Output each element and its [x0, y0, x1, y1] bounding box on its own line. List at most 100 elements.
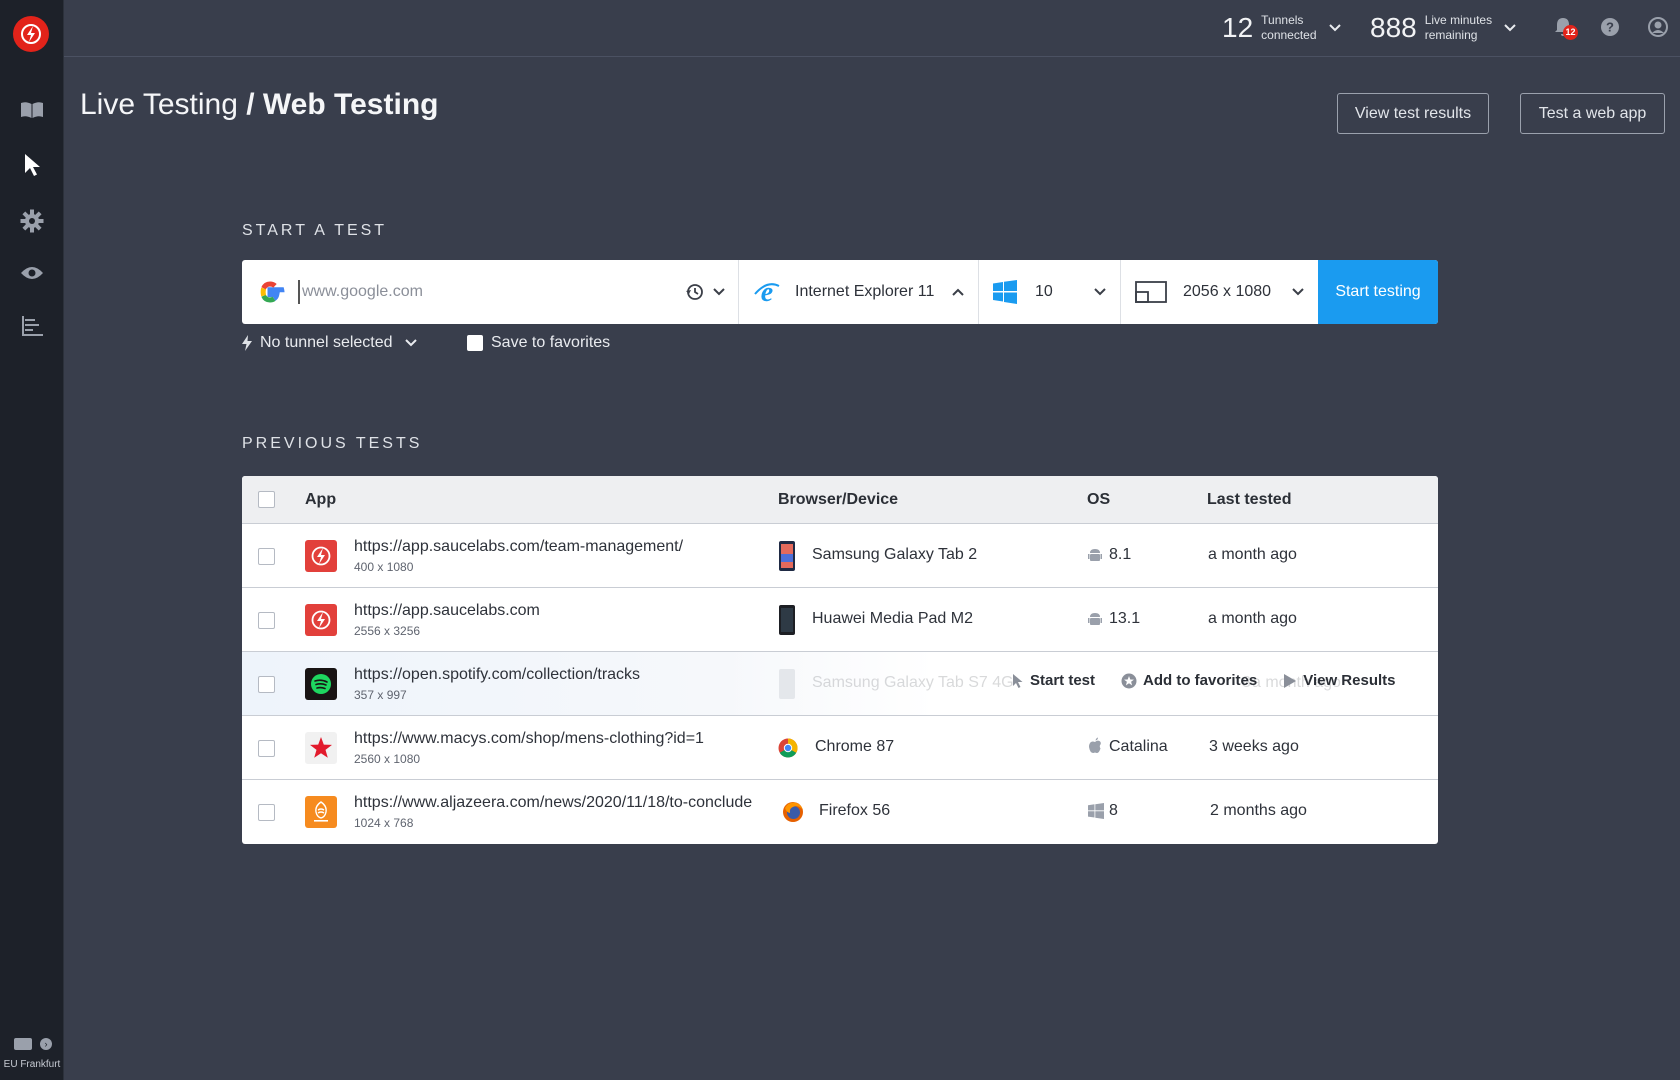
device-name: Chrome 87	[815, 738, 895, 755]
tablet-device-icon	[778, 540, 796, 577]
notifications-badge: 12	[1563, 25, 1578, 40]
tunnel-dropdown[interactable]: No tunnel selected	[242, 334, 417, 352]
app-url[interactable]: https://www.aljazeera.com/news/2020/11/1…	[354, 794, 752, 812]
cursor-icon[interactable]	[16, 149, 48, 181]
book-icon[interactable]	[16, 94, 48, 126]
saucelabs-logo-icon[interactable]	[13, 16, 49, 52]
url-input[interactable]	[298, 280, 678, 304]
view-test-results-button[interactable]: View test results	[1337, 93, 1489, 134]
help-icon[interactable]: ?	[1599, 16, 1621, 38]
browser-select[interactable]: e Internet Explorer 11	[739, 260, 979, 324]
app-url[interactable]: https://app.saucelabs.com	[354, 602, 540, 620]
table-row[interactable]: https://app.saucelabs.com/team-managemen…	[242, 524, 1438, 588]
region-label: EU Frankfurt	[3, 1059, 61, 1070]
os-version: 13.1	[1109, 610, 1141, 627]
chevron-down-icon[interactable]	[713, 288, 725, 296]
save-favorites-option[interactable]: Save to favorites	[467, 334, 610, 352]
table-row[interactable]: https://www.macys.com/shop/mens-clothing…	[242, 716, 1438, 780]
android-icon	[1088, 611, 1102, 632]
user-avatar-icon[interactable]	[1647, 16, 1669, 38]
tunnel-label: No tunnel selected	[260, 334, 393, 351]
table-row[interactable]: https://app.saucelabs.com 2556 x 3256 Hu…	[242, 588, 1438, 652]
play-icon	[1284, 673, 1297, 688]
app-url[interactable]: https://app.saucelabs.com/team-managemen…	[354, 538, 683, 556]
eye-icon[interactable]	[16, 257, 48, 289]
row-checkbox[interactable]	[258, 804, 275, 821]
keyboard-icon[interactable]	[14, 1038, 32, 1050]
save-favorites-label: Save to favorites	[491, 334, 611, 351]
app-resolution: 357 x 997	[354, 688, 407, 702]
browser-name: Internet Explorer 11	[795, 283, 935, 300]
save-favorites-checkbox[interactable]	[467, 335, 483, 351]
column-last-tested[interactable]: Last tested	[1207, 491, 1291, 509]
windows-icon	[1088, 803, 1104, 824]
history-icon[interactable]	[685, 282, 705, 302]
os-version: 8.1	[1109, 546, 1132, 563]
previous-tests-table: App Browser/Device OS Last tested https:…	[242, 476, 1438, 844]
svg-text:?: ?	[1606, 20, 1614, 35]
chevron-down-icon	[1504, 24, 1516, 32]
macys-star-icon	[305, 732, 337, 764]
sidebar: › EU Frankfurt	[0, 0, 64, 1080]
gear-icon[interactable]	[16, 205, 48, 237]
test-web-app-button[interactable]: Test a web app	[1520, 93, 1665, 134]
app-resolution: 2560 x 1080	[354, 752, 421, 766]
os-version: 10	[1035, 283, 1053, 300]
start-test-label: Start test	[1030, 672, 1096, 689]
top-bar: 12 Tunnels connected 888 Live minutes rema…	[64, 0, 1680, 57]
bar-chart-icon[interactable]	[16, 310, 48, 342]
resolution-select[interactable]: 2056 x 1080	[1121, 260, 1318, 324]
notifications-bell-icon[interactable]: 12	[1552, 16, 1578, 40]
resolution-value: 2056 x 1080	[1183, 283, 1272, 300]
app-url[interactable]: https://www.macys.com/shop/mens-clothing…	[354, 730, 704, 748]
minutes-label: Live minutes remaining	[1424, 13, 1493, 42]
saucelabs-app-icon	[305, 540, 337, 572]
start-test-action[interactable]: Start test	[1012, 672, 1095, 689]
phone-device-icon	[778, 604, 796, 641]
previous-tests-heading: PREVIOUS TESTS	[242, 435, 423, 452]
column-browser-device[interactable]: Browser/Device	[778, 491, 898, 509]
resolution-icon	[1135, 281, 1167, 303]
start-test-bar: e Internet Explorer 11 10 2056 x 1080 St…	[242, 260, 1438, 324]
app-resolution: 1024 x 768	[354, 816, 414, 830]
aljazeera-app-icon	[305, 796, 337, 828]
column-app[interactable]: App	[305, 491, 336, 509]
table-row[interactable]: https://www.aljazeera.com/news/2020/11/1…	[242, 780, 1438, 844]
device-name: Samsung Galaxy Tab 2	[812, 546, 978, 563]
minutes-count: 888	[1370, 12, 1417, 43]
add-favorites-action[interactable]: Add to favorites	[1121, 672, 1257, 689]
device-name: Firefox 56	[819, 802, 891, 819]
add-favorites-label: Add to favorites	[1143, 672, 1258, 689]
cursor-icon	[1013, 673, 1023, 688]
row-checkbox[interactable]	[258, 740, 275, 757]
spotify-app-icon	[305, 668, 337, 700]
row-checkbox[interactable]	[258, 676, 275, 693]
svg-text:e: e	[761, 278, 773, 306]
last-tested: a month ago	[1208, 546, 1297, 563]
chevron-up-icon	[952, 288, 964, 296]
tunnels-label: Tunnels connected	[1261, 13, 1317, 42]
start-testing-button[interactable]: Start testing	[1318, 260, 1438, 324]
internet-explorer-icon: e	[753, 278, 781, 306]
chevron-down-icon	[1292, 288, 1304, 296]
last-tested: a month ago	[1208, 610, 1297, 627]
view-results-label: View Results	[1303, 672, 1396, 689]
tunnels-dropdown[interactable]: 12 Tunnels connected	[1222, 12, 1341, 44]
row-checkbox[interactable]	[258, 612, 275, 629]
view-results-action[interactable]: View Results	[1283, 672, 1395, 689]
live-minutes-dropdown[interactable]: 888 Live minutes remaining	[1370, 12, 1516, 44]
table-row[interactable]: https://open.spotify.com/collection/trac…	[242, 652, 1438, 716]
chevron-right-icon[interactable]: ›	[40, 1038, 52, 1050]
os-select[interactable]: 10	[979, 260, 1121, 324]
select-all-checkbox[interactable]	[258, 491, 275, 508]
chevron-down-icon	[404, 339, 417, 347]
last-tested: 3 weeks ago	[1209, 738, 1299, 755]
url-cell	[242, 260, 739, 324]
row-checkbox[interactable]	[258, 548, 275, 565]
windows-icon	[993, 280, 1017, 304]
os-version: 8	[1109, 802, 1118, 819]
column-os[interactable]: OS	[1087, 491, 1110, 509]
app-url[interactable]: https://open.spotify.com/collection/trac…	[354, 666, 640, 684]
breadcrumb-parent[interactable]: Live Testing	[80, 88, 238, 121]
google-icon	[254, 276, 286, 308]
